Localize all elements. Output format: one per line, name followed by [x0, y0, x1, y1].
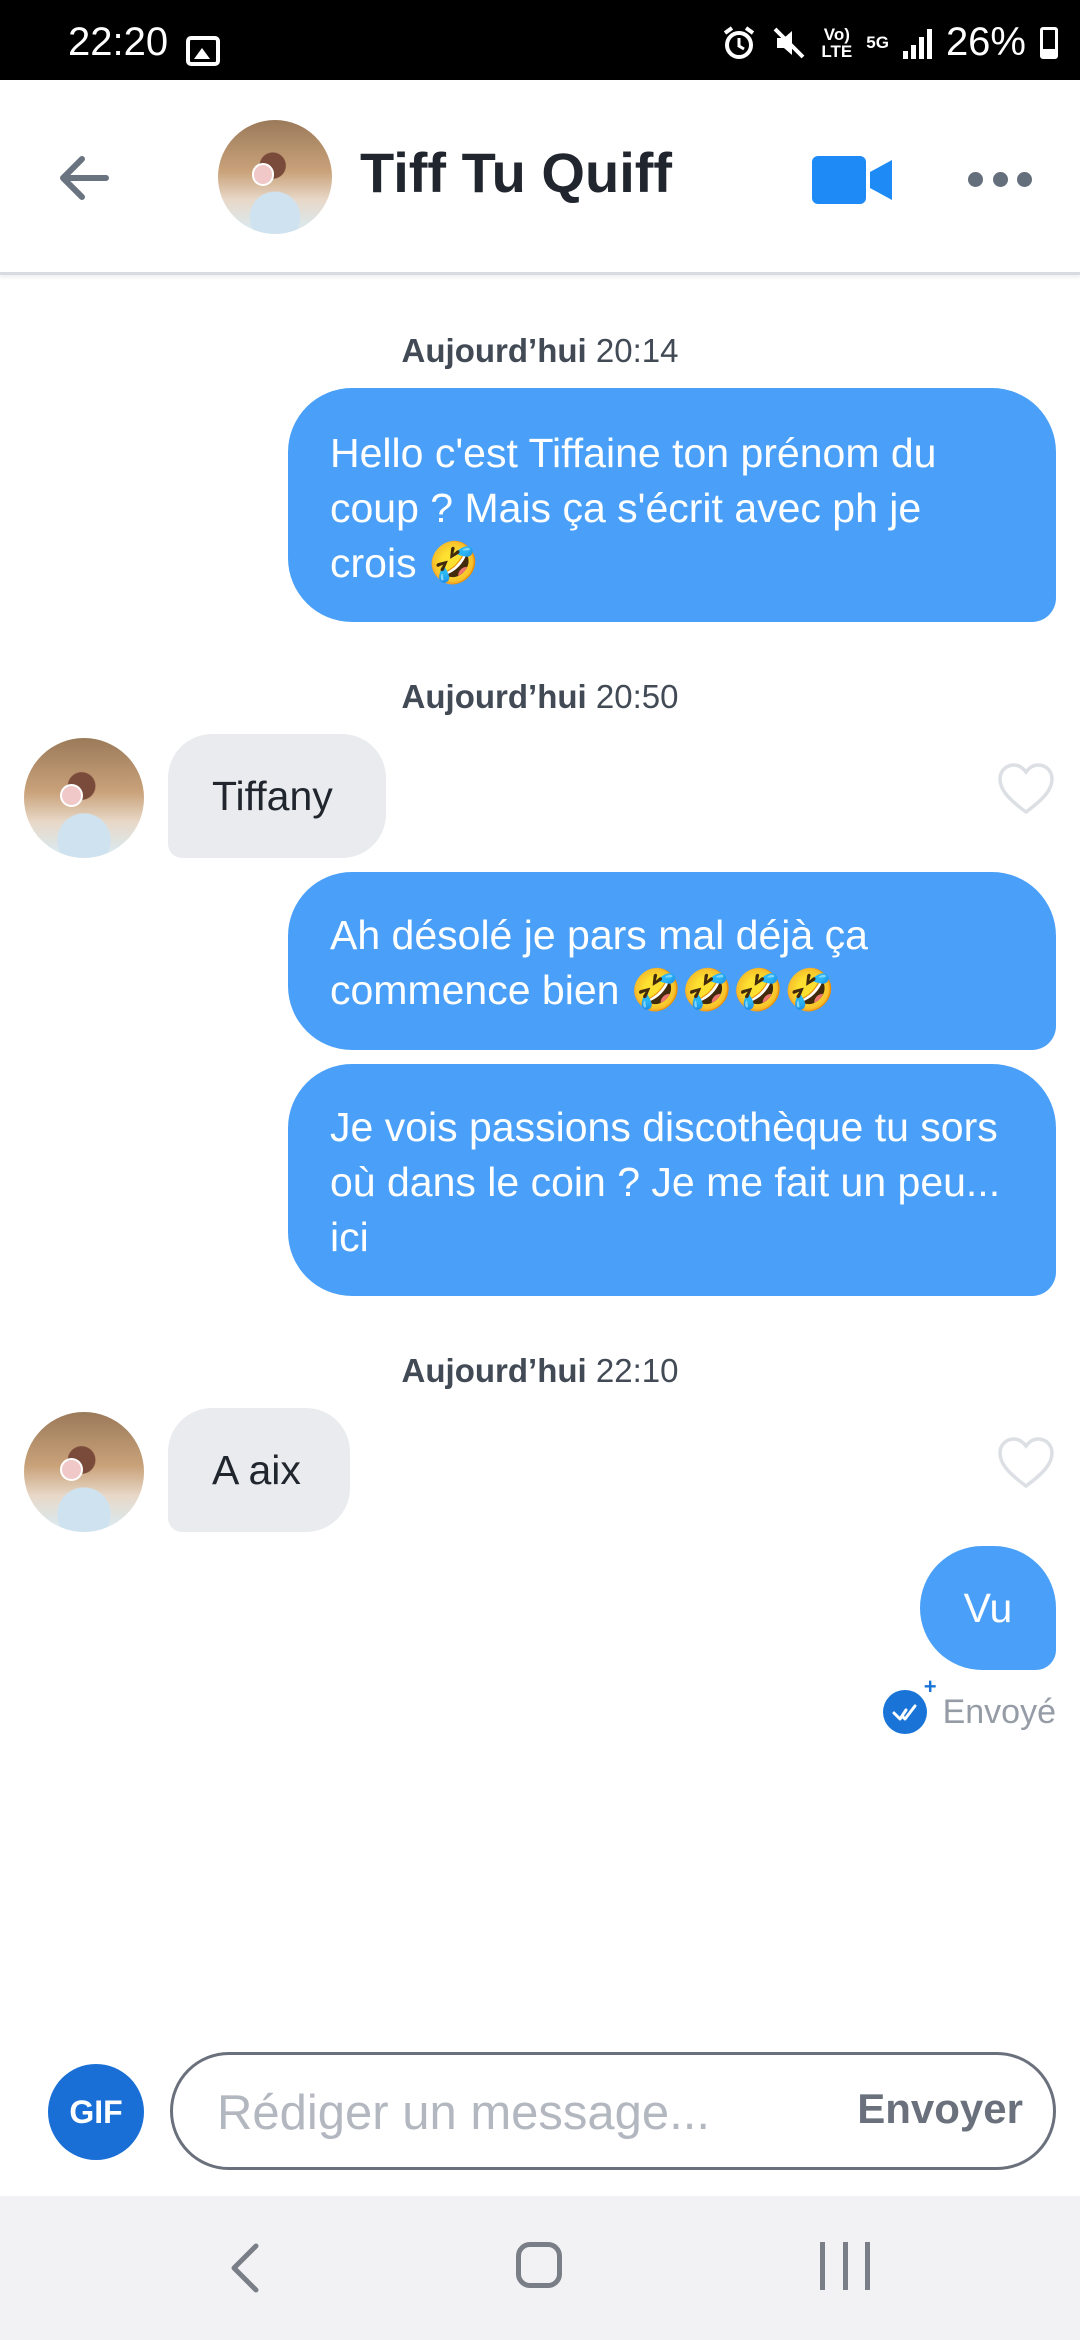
- more-dots-icon[interactable]: [968, 166, 1032, 192]
- message-bubble-sent[interactable]: Vu: [920, 1546, 1056, 1670]
- message-bubble-received[interactable]: A aix: [168, 1408, 350, 1532]
- message-bubble-sent[interactable]: Hello c'est Tiffaine ton prénom du coup …: [288, 388, 1056, 622]
- alarm-icon: [724, 25, 755, 59]
- contact-avatar[interactable]: [24, 1412, 144, 1532]
- signal-icon: [902, 27, 932, 59]
- nav-home-icon[interactable]: [516, 2242, 562, 2288]
- gallery-icon: [186, 36, 220, 66]
- heart-icon[interactable]: [997, 762, 1055, 816]
- message-bubble-received[interactable]: Tiffany: [168, 734, 386, 858]
- message-bubble-sent[interactable]: Ah désolé je pars mal déjà ça commence b…: [288, 872, 1056, 1050]
- contact-avatar[interactable]: [218, 120, 332, 234]
- system-nav-bar: [0, 2196, 1080, 2340]
- timestamp: Aujourd’hui 20:14: [401, 332, 679, 369]
- conversation-header: Tiff Tu Quiff: [0, 80, 1080, 275]
- message-input[interactable]: [215, 2077, 779, 2149]
- timestamp: Aujourd’hui 20:50: [401, 678, 679, 715]
- message-bubble-sent[interactable]: Je vois passions discothèque tu sors où …: [288, 1064, 1056, 1296]
- contact-avatar[interactable]: [24, 738, 144, 858]
- status-time: 22:20: [68, 20, 169, 64]
- send-button[interactable]: Envoyer: [857, 2085, 1023, 2133]
- back-arrow-icon[interactable]: [52, 146, 116, 210]
- delivery-status-label: Envoyé: [942, 1692, 1056, 1731]
- 5g-icon: 5G: [866, 33, 889, 52]
- message-composer: Envoyer: [170, 2052, 1056, 2170]
- delivery-status: Envoyé: [882, 1674, 1056, 1734]
- mute-icon: [773, 27, 805, 58]
- heart-icon[interactable]: [997, 1436, 1055, 1490]
- gif-button[interactable]: GIF: [48, 2064, 144, 2160]
- timestamp: Aujourd’hui 22:10: [401, 1352, 679, 1389]
- nav-recents-icon[interactable]: [820, 2242, 870, 2292]
- volte-icon: Vo) LTE: [821, 24, 853, 61]
- contact-name[interactable]: Tiff Tu Quiff: [360, 140, 672, 205]
- battery-icon: [1040, 26, 1058, 59]
- status-bar: 22:20 Vo) LTE 5G 26%: [0, 0, 1080, 80]
- video-camera-icon[interactable]: [812, 154, 894, 206]
- sent-check-icon: [882, 1674, 937, 1734]
- battery-percent: 26%: [945, 20, 1026, 64]
- nav-back-icon[interactable]: [220, 2240, 276, 2296]
